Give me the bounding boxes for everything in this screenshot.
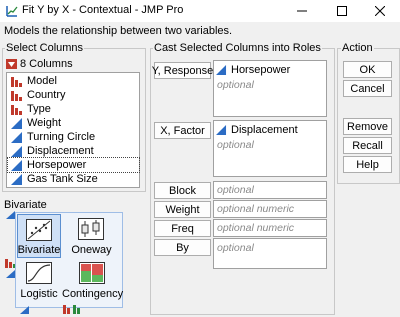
x-role-box[interactable]: Displacement optional bbox=[213, 120, 327, 177]
freq-button[interactable]: Freq bbox=[154, 220, 211, 237]
action-label: Action bbox=[341, 42, 374, 54]
list-item-selected[interactable]: Horsepower bbox=[7, 157, 140, 173]
x-factor-button[interactable]: X, Factor bbox=[154, 122, 211, 139]
block-optional-hint: optional bbox=[217, 184, 254, 196]
y-response-button[interactable]: Y, Response bbox=[152, 62, 213, 79]
by-button[interactable]: By bbox=[154, 239, 211, 256]
maximize-icon bbox=[337, 6, 347, 16]
maximize-button[interactable] bbox=[322, 0, 362, 22]
block-button[interactable]: Block bbox=[154, 182, 211, 199]
close-icon bbox=[375, 6, 385, 16]
minimize-icon bbox=[297, 10, 307, 12]
nominal-icon bbox=[11, 90, 22, 101]
continuous-icon bbox=[11, 117, 22, 129]
platform-logistic[interactable]: Logistic bbox=[17, 262, 61, 306]
freq-optional-hint: optional numeric bbox=[217, 222, 295, 234]
recall-button[interactable]: Recall bbox=[343, 137, 392, 154]
list-item[interactable]: Gas Tank Size bbox=[11, 172, 98, 186]
dropdown-arrow-icon bbox=[6, 59, 17, 69]
list-item[interactable]: Turning Circle bbox=[11, 130, 95, 144]
list-item[interactable]: Weight bbox=[11, 116, 61, 130]
freq-role-box[interactable]: optional numeric bbox=[213, 219, 327, 237]
minimize-button[interactable] bbox=[282, 0, 322, 22]
cast-roles-label: Cast Selected Columns into Roles bbox=[153, 42, 322, 54]
y-role-box[interactable]: Horsepower optional bbox=[213, 60, 327, 117]
logistic-curve-icon bbox=[26, 262, 52, 284]
box-plot-icon bbox=[78, 218, 104, 240]
select-columns-label: Select Columns bbox=[5, 42, 85, 54]
continuous-icon bbox=[11, 173, 22, 185]
cancel-button[interactable]: Cancel bbox=[343, 80, 392, 97]
ok-button[interactable]: OK bbox=[343, 61, 392, 78]
platform-oneway[interactable]: Oneway bbox=[64, 214, 119, 258]
platform-bivariate-label: Bivariate bbox=[17, 244, 61, 256]
by-role-box[interactable]: optional bbox=[213, 238, 327, 269]
nominal-icon bbox=[11, 76, 22, 87]
platform-oneway-label: Oneway bbox=[71, 244, 112, 256]
weight-optional-hint: optional numeric bbox=[217, 203, 295, 215]
columns-list[interactable]: Model Country Type Weight Turning Circle… bbox=[6, 72, 140, 188]
title-bar: Fit Y by X - Contextual - JMP Pro bbox=[0, 0, 400, 22]
platform-contingency-label: Contingency bbox=[62, 288, 124, 300]
by-optional-hint: optional bbox=[217, 242, 254, 254]
continuous-icon bbox=[11, 145, 22, 157]
close-button[interactable] bbox=[360, 0, 400, 22]
remove-button[interactable]: Remove bbox=[343, 118, 392, 135]
continuous-icon bbox=[216, 125, 227, 135]
jmp-app-icon bbox=[6, 6, 18, 17]
continuous-icon bbox=[216, 65, 227, 75]
y-optional-hint: optional bbox=[217, 79, 254, 91]
columns-dropdown[interactable]: 8 Columns bbox=[6, 58, 73, 70]
nominal-icon bbox=[11, 104, 22, 115]
list-item[interactable]: Model bbox=[11, 74, 57, 88]
block-role-box[interactable]: optional bbox=[213, 181, 327, 199]
columns-count: 8 Columns bbox=[20, 58, 73, 70]
bivariate-section-label: Bivariate bbox=[4, 199, 47, 211]
x-assigned-column[interactable]: Displacement bbox=[216, 124, 298, 136]
weight-role-box[interactable]: optional numeric bbox=[213, 200, 327, 218]
continuous-icon bbox=[20, 306, 29, 314]
continuous-icon bbox=[11, 131, 22, 143]
list-item[interactable]: Type bbox=[11, 102, 51, 116]
help-button[interactable]: Help bbox=[343, 156, 392, 173]
nominal-icon bbox=[63, 305, 80, 314]
mosaic-plot-icon bbox=[79, 262, 105, 284]
platform-contingency[interactable]: Contingency bbox=[62, 262, 124, 306]
weight-button[interactable]: Weight bbox=[154, 201, 211, 218]
platform-logistic-label: Logistic bbox=[20, 288, 58, 300]
y-assigned-column[interactable]: Horsepower bbox=[216, 64, 290, 76]
continuous-icon bbox=[11, 159, 22, 171]
x-optional-hint: optional bbox=[217, 139, 254, 151]
list-item[interactable]: Country bbox=[11, 88, 66, 102]
dialog-description: Models the relationship between two vari… bbox=[4, 25, 233, 37]
scatter-plot-icon bbox=[26, 219, 52, 241]
list-item[interactable]: Displacement bbox=[11, 144, 94, 158]
window-title: Fit Y by X - Contextual - JMP Pro bbox=[22, 4, 184, 16]
